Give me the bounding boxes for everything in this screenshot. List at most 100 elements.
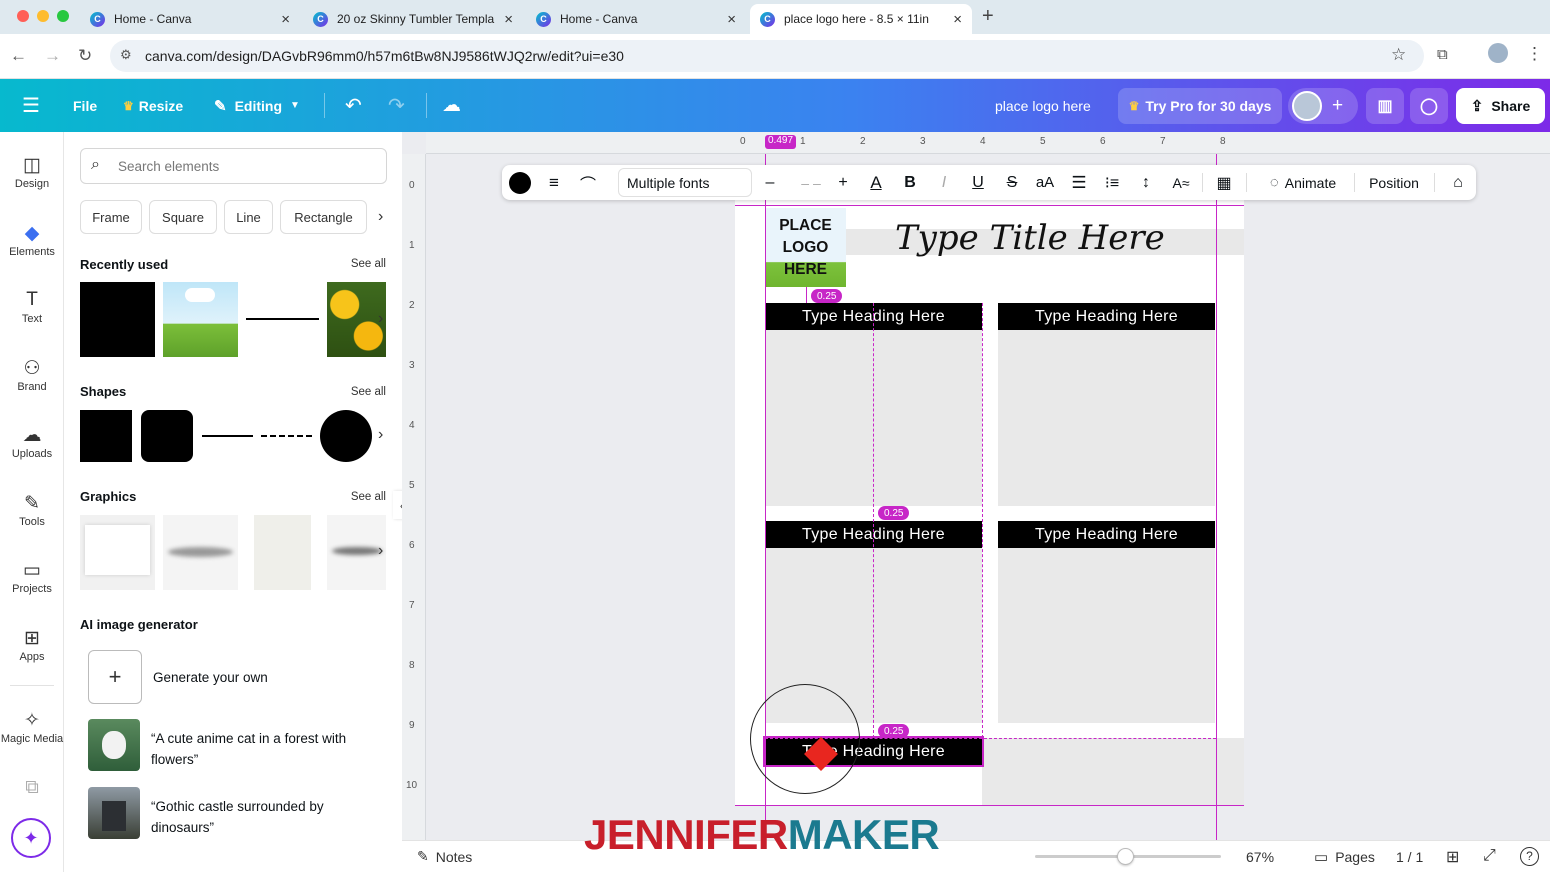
prompt-gothic-castle[interactable]: “Gothic castle surrounded by dinosaurs” — [151, 796, 376, 838]
font-size-input[interactable]: – – — [788, 165, 834, 200]
align-center-icon[interactable]: ☰ — [1067, 165, 1091, 200]
magic-assistant-icon[interactable]: ✦ — [11, 818, 51, 858]
chevron-right-icon[interactable]: › — [378, 542, 383, 560]
chevron-right-icon[interactable]: › — [378, 426, 383, 444]
graphic-paper[interactable] — [254, 515, 311, 590]
see-all-shapes-link[interactable]: See all — [351, 386, 386, 398]
shape-line[interactable] — [202, 435, 253, 437]
strikethrough-icon[interactable]: S — [1000, 165, 1024, 200]
user-avatar[interactable] — [1292, 91, 1322, 121]
see-all-graphics-link[interactable]: See all — [351, 491, 386, 503]
letter-case-button[interactable]: aA — [1032, 165, 1058, 200]
collaborators-group[interactable]: + — [1288, 88, 1358, 124]
shape-square[interactable] — [80, 410, 132, 462]
fullscreen-icon[interactable]: ⤢ — [1483, 847, 1496, 865]
rail-item-magic-media[interactable]: ✧ Magic Media — [0, 709, 64, 745]
list-icon[interactable]: ⁝≡ — [1100, 165, 1124, 200]
chevron-right-icon[interactable]: › — [378, 208, 383, 226]
close-window-button[interactable] — [17, 10, 29, 22]
copy-style-icon[interactable]: ⌂ — [1446, 165, 1470, 200]
gothic-castle-thumbnail[interactable] — [88, 787, 140, 839]
notes-button[interactable]: ✎ Notes — [417, 848, 472, 865]
url-field[interactable]: ⚙ canva.com/design/DAGvbR96mm0/h57m6tBw8… — [110, 40, 1424, 72]
add-collaborator-icon[interactable]: + — [1332, 95, 1343, 117]
logo-placeholder[interactable]: PLACE LOGO HERE — [765, 208, 846, 287]
try-pro-button[interactable]: ♛ Try Pro for 30 days — [1118, 88, 1282, 124]
forward-icon[interactable]: → — [44, 46, 61, 66]
close-tab-icon[interactable]: × — [727, 11, 736, 28]
bold-icon[interactable]: B — [898, 165, 922, 200]
chip-line[interactable]: Line — [224, 200, 273, 234]
recent-landscape-image[interactable] — [163, 282, 238, 357]
generate-own-link[interactable]: Generate your own — [153, 670, 268, 685]
pages-button[interactable]: ▭ Pages — [1314, 848, 1375, 866]
graphic-white-frame[interactable] — [80, 515, 155, 590]
new-tab-icon[interactable]: + — [982, 5, 994, 28]
rail-item-tools[interactable]: ✎ Tools — [0, 492, 64, 528]
heading-box-2[interactable]: Type Heading Here — [998, 303, 1215, 330]
prompt-anime-cat[interactable]: “A cute anime cat in a forest with flowe… — [151, 728, 376, 770]
recent-black-square[interactable] — [80, 282, 155, 357]
content-box-4[interactable] — [998, 548, 1215, 723]
anime-cat-thumbnail[interactable] — [88, 719, 140, 771]
browser-tab-3[interactable]: C Home - Canva × — [526, 4, 746, 34]
search-elements-input[interactable]: ⌕ Search elements — [80, 148, 387, 184]
text-effects-icon[interactable]: A≈ — [1168, 165, 1194, 200]
zoom-level[interactable]: 67% — [1246, 849, 1274, 865]
undo-icon[interactable]: ↶ — [345, 79, 362, 132]
document-title[interactable]: place logo here — [995, 79, 1091, 132]
generate-plus-icon[interactable]: + — [88, 650, 142, 704]
zoom-slider-track[interactable] — [1035, 848, 1221, 865]
browser-menu-icon[interactable]: ⋮ — [1526, 44, 1543, 64]
italic-icon[interactable]: I — [932, 165, 956, 200]
shape-circle[interactable] — [320, 410, 372, 462]
resize-button[interactable]: ♛ Resize — [123, 79, 183, 132]
chip-square[interactable]: Square — [149, 200, 217, 234]
shape-dashed-line[interactable] — [261, 435, 312, 437]
page-title-script[interactable]: Type Title Here — [895, 218, 1165, 258]
rail-item-apps[interactable]: ⊞ Apps — [0, 627, 64, 663]
animate-button[interactable]: ◌ Animate — [1258, 165, 1348, 200]
share-button[interactable]: ⇪ Share — [1456, 88, 1545, 124]
see-all-recent-link[interactable]: See all — [351, 258, 386, 270]
font-family-dropdown[interactable]: Multiple fonts — [618, 168, 752, 197]
text-color-icon[interactable]: A — [864, 165, 888, 200]
back-icon[interactable]: ← — [10, 46, 27, 66]
help-icon[interactable]: ? — [1520, 847, 1539, 866]
rail-item-brand[interactable]: ⚇ Brand — [0, 357, 64, 393]
comments-icon[interactable]: ◯ — [1410, 88, 1448, 124]
file-menu-button[interactable]: File — [73, 79, 97, 132]
border-weight-icon[interactable]: ≡ — [542, 165, 566, 200]
redo-icon[interactable]: ↷ — [388, 79, 405, 132]
chip-rectangle[interactable]: Rectangle — [280, 200, 367, 234]
graphic-shadow[interactable] — [163, 515, 238, 590]
close-tab-icon[interactable]: × — [953, 11, 962, 28]
cloud-save-icon[interactable]: ☁ — [442, 79, 461, 132]
content-box-5[interactable] — [982, 738, 1244, 805]
editing-mode-button[interactable]: ✎ Editing ▼ — [214, 79, 300, 132]
reload-icon[interactable]: ↻ — [78, 46, 92, 66]
close-tab-icon[interactable]: × — [281, 11, 290, 28]
content-box-2[interactable] — [998, 330, 1215, 506]
grid-view-icon[interactable]: ⊞ — [1446, 847, 1459, 867]
menu-hamburger-icon[interactable]: ☰ — [22, 79, 40, 132]
rail-item-design[interactable]: ◫ Design — [0, 154, 64, 190]
text-color-swatch[interactable] — [508, 165, 532, 200]
browser-tab-4-active[interactable]: C place logo here - 8.5 × 11in × — [750, 4, 972, 34]
transparency-icon[interactable]: ▦ — [1212, 165, 1236, 200]
browser-tab-1[interactable]: C Home - Canva × — [80, 4, 300, 34]
underline-icon[interactable]: U — [966, 165, 990, 200]
corner-rounding-icon[interactable]: ⌒ — [576, 165, 600, 200]
bookmark-star-icon[interactable]: ☆ — [1391, 45, 1406, 65]
chevron-right-icon[interactable]: › — [378, 310, 383, 328]
shape-rounded-square[interactable] — [141, 410, 193, 462]
minimize-window-button[interactable] — [37, 10, 49, 22]
site-info-icon[interactable]: ⚙ — [120, 47, 132, 63]
maximize-window-button[interactable] — [57, 10, 69, 22]
line-spacing-icon[interactable]: ↕ — [1134, 165, 1158, 200]
chip-frame[interactable]: Frame — [80, 200, 142, 234]
rail-item-text[interactable]: T Text — [0, 289, 64, 325]
analytics-icon[interactable]: ▥ — [1366, 88, 1404, 124]
rail-item-more[interactable]: ⧉ — [0, 777, 64, 801]
browser-tab-2[interactable]: C 20 oz Skinny Tumbler Templa × — [303, 4, 523, 34]
